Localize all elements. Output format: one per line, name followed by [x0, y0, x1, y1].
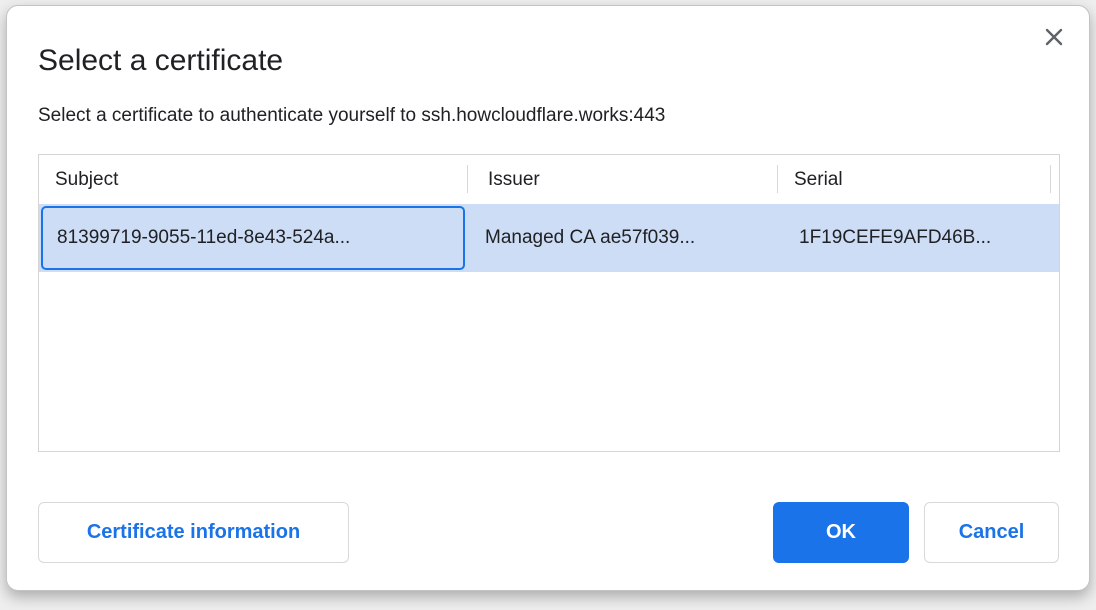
scrollbar-gutter — [1050, 155, 1059, 204]
certificate-select-dialog: Select a certificate Select a certificat… — [6, 5, 1090, 591]
column-header-issuer: Issuer — [467, 155, 777, 204]
column-header-serial: Serial — [777, 155, 1050, 204]
table-header-row: Subject Issuer Serial — [39, 155, 1059, 204]
page-title: Select a certificate — [38, 42, 283, 80]
column-header-subject: Subject — [39, 155, 467, 204]
cell-issuer[interactable]: Managed CA ae57f039... — [466, 204, 777, 272]
ok-button[interactable]: OK — [773, 502, 909, 563]
cell-serial[interactable]: 1F19CEFE9AFD46B... — [777, 204, 1050, 272]
certificate-table: Subject Issuer Serial 81399719-9055-11ed… — [38, 154, 1060, 452]
dialog-subtitle: Select a certificate to authenticate you… — [38, 103, 665, 129]
cancel-button[interactable]: Cancel — [924, 502, 1059, 563]
close-icon — [1043, 26, 1065, 48]
close-button[interactable] — [1037, 20, 1071, 54]
certificate-row-selected[interactable]: 81399719-9055-11ed-8e43-524a... Managed … — [39, 204, 1059, 272]
cell-subject[interactable]: 81399719-9055-11ed-8e43-524a... — [41, 206, 465, 270]
certificate-information-button[interactable]: Certificate information — [38, 502, 349, 563]
